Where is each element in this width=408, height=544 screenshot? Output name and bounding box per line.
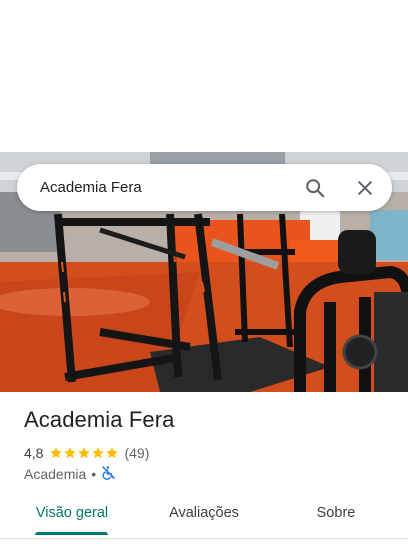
place-tabs: Visão geral Avaliações Sobre <box>0 497 408 537</box>
search-bar[interactable]: Academia Fera <box>17 164 392 211</box>
review-count[interactable]: (49) <box>124 445 149 461</box>
tab-about[interactable]: Sobre <box>296 497 376 533</box>
tabs-divider <box>0 538 408 539</box>
separator-dot: • <box>91 466 97 482</box>
star-icon <box>50 447 63 459</box>
star-icon <box>106 447 119 459</box>
star-icon <box>78 447 91 459</box>
place-category: Academia <box>24 466 87 482</box>
tab-reviews[interactable]: Avaliações <box>156 497 252 533</box>
star-icon <box>64 447 77 459</box>
search-input[interactable]: Academia Fera <box>40 164 142 211</box>
tab-overview[interactable]: Visão geral <box>24 497 120 533</box>
category-row: Academia • <box>24 465 116 483</box>
rating-stars <box>49 446 119 460</box>
active-tab-indicator <box>35 532 108 535</box>
rating-value: 4,8 <box>24 445 44 461</box>
star-icon <box>92 447 105 459</box>
rating-row[interactable]: 4,8 (49) <box>24 444 149 462</box>
not-accessible-icon <box>101 465 116 483</box>
place-title: Academia Fera <box>24 407 175 432</box>
close-icon[interactable] <box>352 175 378 201</box>
search-icon[interactable] <box>302 175 328 201</box>
